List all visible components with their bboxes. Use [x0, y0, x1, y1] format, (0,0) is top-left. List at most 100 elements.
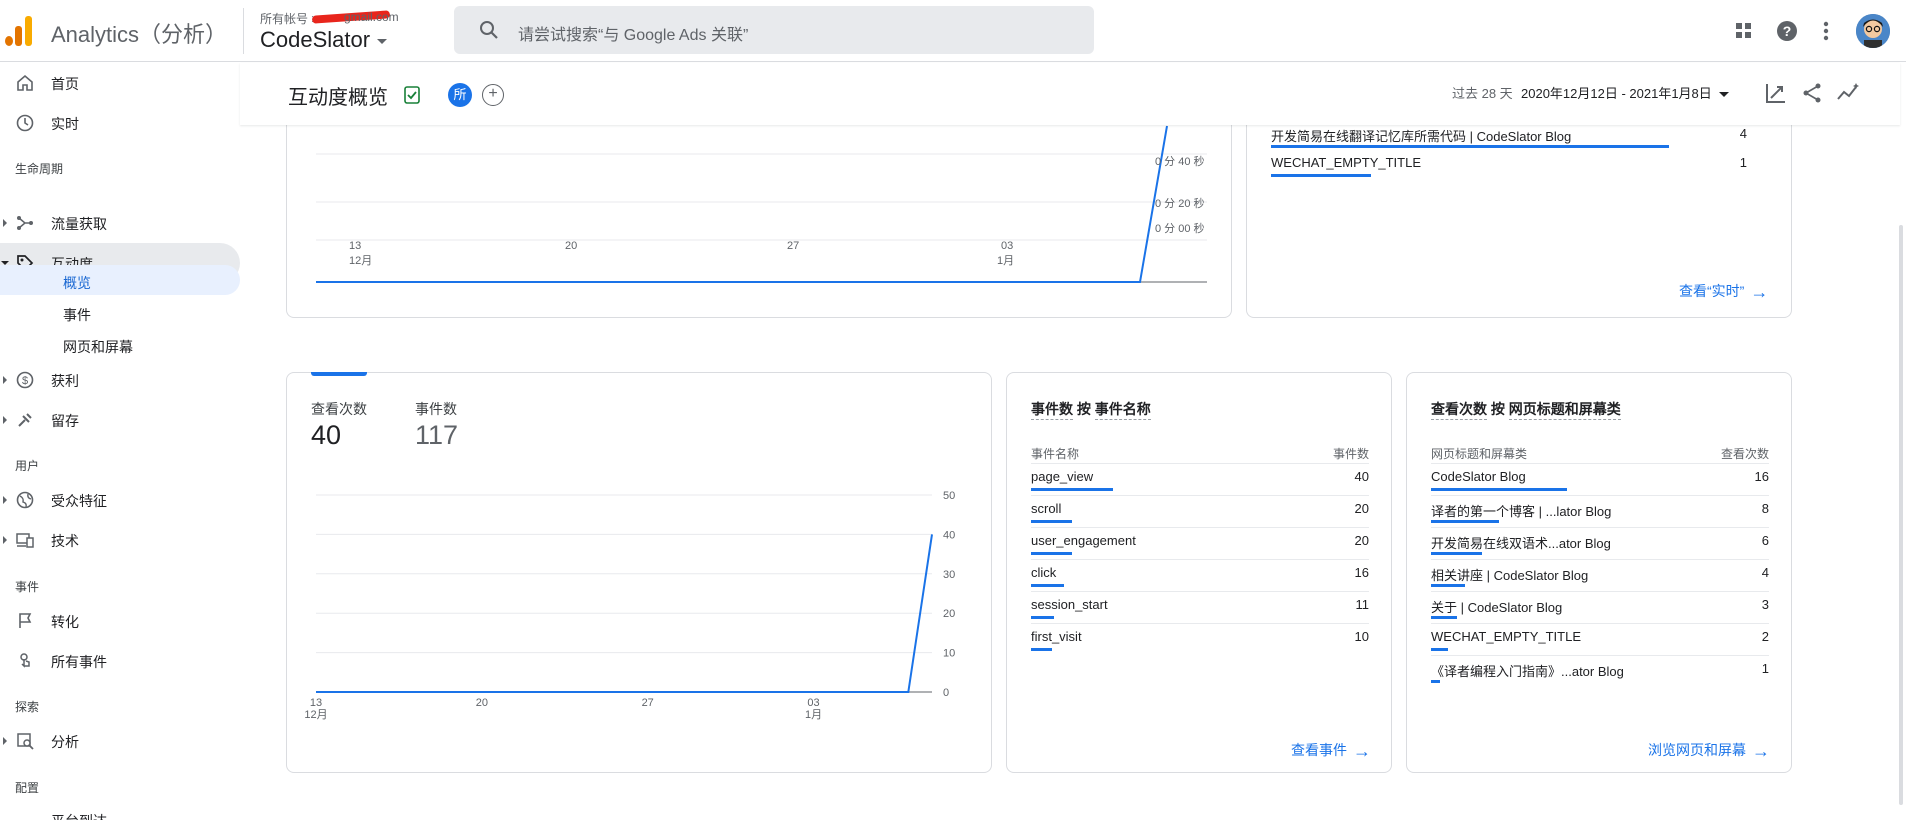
selected-tab-indicator [311, 372, 367, 376]
value-bar [1031, 584, 1064, 587]
sidebar-item-demographics[interactable]: 受众特征 [0, 480, 240, 520]
value-bar [1431, 552, 1482, 555]
sidebar-item-label: 平台到达 [51, 811, 107, 820]
browse-pages-link[interactable]: 浏览网页和屏幕 → [1648, 740, 1770, 762]
sidebar-item-label: 受众特征 [51, 493, 107, 509]
table-row-name: 开发简易在线双语术...ator Blog [1431, 536, 1611, 551]
date-range-picker[interactable]: 2020年12月12日 - 2021年1月8日 [1521, 83, 1729, 102]
card-title[interactable]: 查看次数 按 网页标题和屏幕类 [1431, 399, 1621, 420]
analytics-logo-icon[interactable] [5, 16, 33, 46]
value-bar [1431, 520, 1499, 523]
row-divider [1031, 495, 1369, 496]
sidebar-item-label: 实时 [51, 116, 79, 132]
page-header: 互动度概览 所 + 过去 28 天 2020年12月12日 - 2021年1月8… [240, 63, 1900, 125]
y-tick-label: 0 分 00 秒 [1155, 223, 1205, 235]
y-tick-label: 20 [943, 608, 955, 620]
retention-icon [18, 413, 32, 427]
row-divider [1031, 527, 1369, 528]
sidebar-subitem-pages[interactable]: 网页和屏幕 [0, 329, 240, 359]
view-realtime-link[interactable]: 查看“实时” → [1679, 281, 1768, 303]
sidebar-item-retention[interactable]: 留存 [0, 400, 240, 440]
search-input[interactable]: 请尝试搜索“与 Google Ads 关联” [518, 21, 748, 45]
x-month-label: 12月 [349, 255, 373, 267]
account-breadcrumb[interactable]: 所有帐号 > [260, 10, 318, 27]
table-row-name: page_view [1031, 469, 1094, 484]
title-by: 按 [1490, 401, 1505, 417]
row-divider [1431, 591, 1769, 592]
column-header-name: 事件名称 [1031, 447, 1080, 461]
value-bar [1031, 616, 1054, 619]
view-events-link[interactable]: 查看事件 → [1291, 740, 1371, 762]
sidebar-subitem-label: 概览 [63, 275, 91, 291]
expand-arrow-icon[interactable] [3, 496, 7, 504]
verified-report-icon[interactable] [404, 86, 420, 104]
sidebar-item-monetization[interactable]: $ 获利 [0, 360, 240, 400]
x-tick-label: 03 [1001, 240, 1014, 252]
title-dimension[interactable]: 事件名称 [1094, 401, 1151, 420]
expand-arrow-icon[interactable] [3, 737, 7, 745]
sidebar-item-all-events[interactable]: 所有事件 [0, 641, 240, 681]
row-divider [1031, 559, 1369, 560]
date-period[interactable]: 过去 28 天 [1452, 83, 1513, 102]
section-label-explore: 探索 [15, 700, 40, 714]
list-item-value: 1 [1739, 155, 1747, 170]
expand-arrow-icon[interactable] [3, 219, 7, 227]
value-bar [1031, 488, 1113, 491]
card-title[interactable]: 事件数 按 事件名称 [1031, 399, 1151, 420]
dollar-icon: $ [16, 371, 34, 389]
share-icon[interactable] [1800, 81, 1824, 105]
title-by: 按 [1076, 401, 1091, 417]
row-divider [1031, 463, 1369, 464]
date-range-text: 2020年12月12日 - 2021年1月8日 [1521, 86, 1712, 101]
sidebar-subitem-overview[interactable]: 概览 [0, 265, 240, 295]
link-text: 查看事件 [1291, 742, 1347, 758]
property-selector[interactable]: CodeSlator [260, 27, 388, 53]
sidebar-item-label: 分析 [51, 734, 79, 750]
page-scrollbar[interactable] [1899, 225, 1903, 805]
table-row-name: WECHAT_EMPTY_TITLE [1431, 629, 1582, 644]
help-icon[interactable]: ? [1773, 17, 1801, 45]
expand-arrow-icon[interactable] [3, 416, 7, 424]
insights-icon[interactable] [1836, 81, 1862, 105]
devices-icon [16, 533, 34, 548]
row-divider [1031, 591, 1369, 592]
row-divider [1431, 463, 1769, 464]
x-tick-label: 27 [642, 697, 654, 709]
sidebar-item-home[interactable]: 首页 [0, 63, 240, 103]
account-email: gmail.com [344, 10, 399, 24]
flag-icon [19, 613, 32, 628]
row-divider [1431, 623, 1769, 624]
sidebar-item-conversions[interactable]: 转化 [0, 601, 240, 641]
add-comparison-button[interactable]: + [482, 84, 504, 106]
title-metric[interactable]: 事件数 [1031, 401, 1073, 420]
table-row-value: 4 [1761, 565, 1769, 580]
comparison-chip[interactable]: 所 [448, 83, 472, 107]
divider [243, 8, 244, 54]
sidebar-item-cut[interactable]: 平台到达 [0, 803, 240, 820]
sidebar-item-acquisition[interactable]: 流量获取 [0, 203, 240, 243]
sidebar-item-realtime[interactable]: 实时 [0, 103, 240, 143]
more-vert-icon[interactable] [1812, 17, 1840, 45]
table-row-value: 6 [1761, 533, 1769, 548]
user-avatar[interactable] [1856, 14, 1890, 48]
sidebar-item-label: 获利 [51, 373, 79, 389]
sidebar-subitem-events[interactable]: 事件 [0, 297, 240, 327]
table-row-value: 3 [1761, 597, 1769, 612]
customize-report-icon[interactable] [1764, 81, 1788, 105]
caret-down-icon [377, 38, 388, 44]
table-row-value: 8 [1761, 501, 1769, 516]
sidebar-item-label: 技术 [51, 533, 79, 549]
title-metric[interactable]: 查看次数 [1431, 401, 1487, 420]
apps-grid-icon[interactable] [1730, 17, 1758, 45]
sidebar-item-label: 流量获取 [51, 216, 107, 232]
search-bar[interactable]: 请尝试搜索“与 Google Ads 关联” [454, 6, 1094, 54]
expand-arrow-icon[interactable] [3, 376, 7, 384]
svg-text:$: $ [22, 375, 28, 387]
expand-arrow-icon[interactable] [3, 536, 7, 544]
sidebar-item-tech[interactable]: 技术 [0, 520, 240, 560]
property-name: CodeSlator [260, 27, 371, 52]
title-dimension[interactable]: 网页标题和屏幕类 [1508, 401, 1621, 420]
sidebar: 首页 实时 生命周期 流量获取 互动度 概览 事件 网页和屏幕 $ 获利 留存 … [0, 63, 240, 820]
sidebar-item-analysis[interactable]: 分析 [0, 721, 240, 761]
value-bar [1431, 648, 1448, 651]
